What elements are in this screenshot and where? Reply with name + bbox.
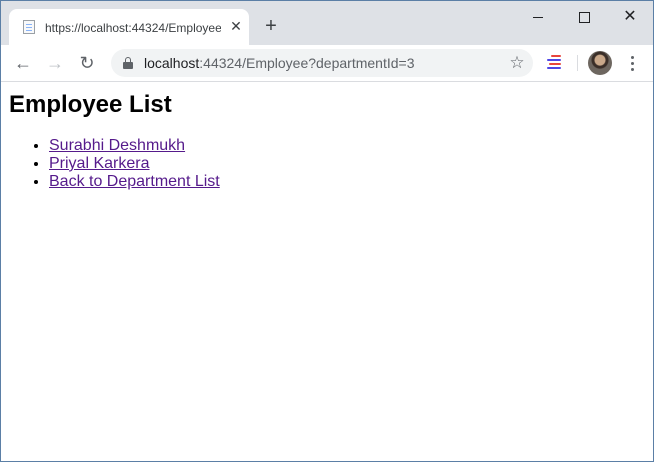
bookmark-star-icon[interactable]: ☆ (507, 53, 527, 73)
maximize-icon (578, 11, 590, 23)
minimize-icon (533, 16, 543, 18)
close-tab-icon[interactable]: ✕ (227, 17, 245, 35)
lock-icon[interactable] (123, 57, 133, 69)
url-host: localhost (144, 55, 200, 71)
page-favicon-icon (23, 20, 35, 34)
back-to-department-link[interactable]: Back to Department List (49, 173, 220, 190)
browser-toolbar: ← → ↻ localhost:44324/Employee?departmen… (1, 45, 653, 82)
address-bar[interactable]: localhost:44324/Employee?departmentId=3 … (111, 49, 533, 77)
page-title: Employee List (9, 91, 172, 118)
more-menu-icon[interactable] (625, 51, 639, 75)
minimize-button[interactable] (515, 1, 561, 33)
extension-icon[interactable] (545, 53, 563, 73)
close-window-button[interactable]: ✕ (607, 1, 653, 33)
browser-window: https://localhost:44324/Employee ✕ + ✕ ←… (0, 0, 654, 462)
employee-link-priyal[interactable]: Priyal Karkera (49, 155, 149, 172)
employee-list: Surabhi Deshmukh Priyal Karkera Back to … (9, 137, 220, 191)
employee-link-surabhi[interactable]: Surabhi Deshmukh (49, 137, 185, 154)
profile-avatar[interactable] (588, 51, 612, 75)
forward-button[interactable]: → (43, 51, 67, 75)
toolbar-divider (577, 55, 578, 71)
tab-title: https://localhost:44324/Employee (45, 21, 221, 35)
list-item: Priyal Karkera (49, 155, 220, 173)
close-icon: ✕ (623, 8, 637, 25)
url-path: :44324/Employee?departmentId=3 (199, 55, 415, 71)
title-bar: https://localhost:44324/Employee ✕ + ✕ (1, 1, 653, 45)
url-text[interactable]: localhost:44324/Employee?departmentId=3 (144, 54, 414, 72)
list-item: Surabhi Deshmukh (49, 137, 220, 155)
maximize-button[interactable] (561, 1, 607, 33)
reload-button[interactable]: ↻ (75, 51, 99, 75)
page-content: Employee List Surabhi Deshmukh Priyal Ka… (1, 82, 653, 461)
active-tab[interactable]: https://localhost:44324/Employee ✕ (9, 9, 249, 45)
list-item: Back to Department List (49, 173, 220, 191)
back-button[interactable]: ← (11, 51, 35, 75)
new-tab-button[interactable]: + (260, 16, 282, 38)
